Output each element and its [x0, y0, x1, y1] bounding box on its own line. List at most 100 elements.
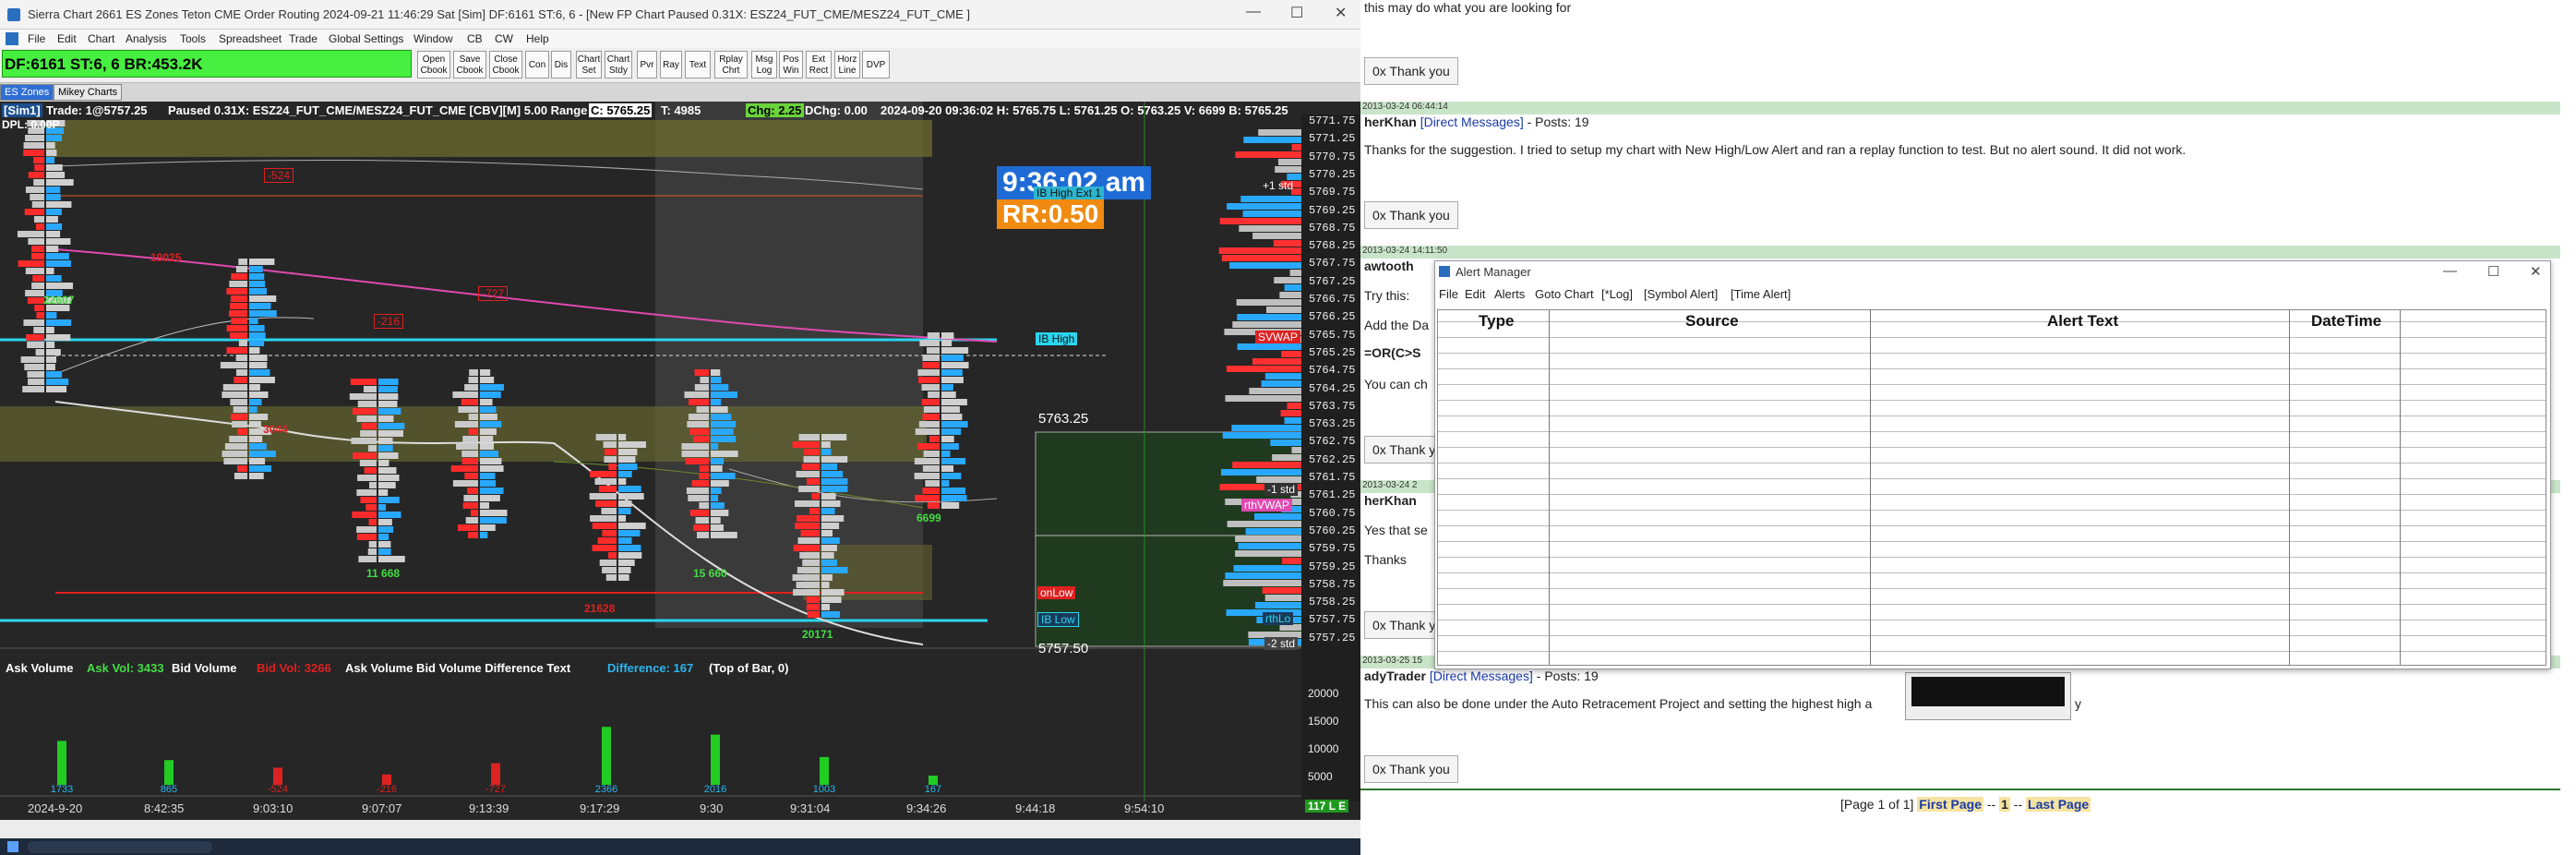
- footprint-ask-cell: [378, 452, 399, 459]
- delta-bar: [602, 727, 611, 785]
- tab-mikey-charts[interactable]: Mikey Charts: [54, 84, 123, 101]
- footprint-bid-cell: [467, 488, 478, 494]
- footprint-bid-cell: [687, 421, 709, 428]
- menu-tools[interactable]: Tools: [180, 32, 206, 45]
- am-menu-edit[interactable]: Edit: [1465, 287, 1485, 301]
- windows-taskbar: [0, 838, 1360, 855]
- post-user-2[interactable]: awtooth: [1364, 259, 1414, 273]
- menu-trade[interactable]: Trade: [289, 32, 318, 45]
- delta-histogram: 1733 865 -524 -216 -727 2366 2016 1003 167: [51, 727, 941, 795]
- lower-axis-15000: 15000: [1308, 715, 1339, 728]
- footprint-ask-cell: [618, 441, 646, 448]
- start-icon[interactable]: [7, 841, 18, 852]
- footprint-ask-cell: [249, 377, 275, 383]
- col-header-alert-text[interactable]: Alert Text: [2047, 312, 2118, 331]
- pos-win-button[interactable]: Pos Win: [779, 51, 803, 78]
- am-menu-file[interactable]: File: [1439, 287, 1458, 301]
- alert-table[interactable]: Type Source Alert Text DateTime: [1437, 309, 2546, 666]
- am-menu-log[interactable]: [*Log]: [1601, 287, 1633, 301]
- footprint-bid-cell: [797, 567, 820, 573]
- footprint-ask-cell: [378, 475, 400, 481]
- footprint-bid-cell: [34, 216, 44, 223]
- text-button[interactable]: Text: [685, 51, 711, 78]
- msg-log-button[interactable]: Msg Log: [751, 51, 777, 78]
- connect-button[interactable]: Con: [525, 51, 549, 78]
- maximize-icon[interactable]: ☐: [1290, 4, 1303, 22]
- footprint-ask-cell: [378, 393, 399, 400]
- minimize-icon[interactable]: —: [1246, 4, 1261, 20]
- delta-bar: [711, 734, 720, 785]
- footprint-ask-cell: [378, 460, 389, 466]
- footprint-ask-cell: [711, 384, 729, 391]
- tab-es-zones[interactable]: ES Zones: [0, 84, 54, 101]
- disconnect-button[interactable]: Dis: [551, 51, 571, 78]
- dpl-label: DPL: 0.00P: [2, 118, 60, 131]
- profile-cell: [1236, 299, 1301, 306]
- footprint-bid-cell: [226, 288, 247, 295]
- footprint-bid-cell: [33, 179, 44, 186]
- footprint-ask-cell: [378, 512, 401, 518]
- menu-global-settings[interactable]: Global Settings: [329, 32, 403, 45]
- post-user-3[interactable]: herKhan: [1364, 493, 1417, 508]
- profile-cell: [1226, 366, 1301, 372]
- close-cbook-button[interactable]: Close Cbook: [489, 51, 522, 78]
- open-cbook-button[interactable]: Open Cbook: [417, 51, 450, 78]
- ib-high-label: IB High: [1036, 332, 1078, 345]
- direct-messages-link-1[interactable]: [Direct Messages]: [1420, 114, 1524, 129]
- footprint-bid-cell: [17, 231, 44, 237]
- chart-set-button[interactable]: Chart Set: [576, 51, 602, 78]
- close-icon[interactable]: ✕: [1335, 4, 1347, 22]
- menu-spreadsheet[interactable]: Spreadsheet: [219, 32, 282, 45]
- menu-cb[interactable]: CB: [467, 32, 483, 45]
- thank-you-button-5[interactable]: 0x Thank you: [1364, 755, 1458, 783]
- thank-you-button-2[interactable]: 0x Thank you: [1364, 201, 1458, 229]
- footprint-ask-cell: [46, 238, 71, 245]
- am-menu-alerts[interactable]: Alerts: [1494, 287, 1525, 301]
- menu-analysis[interactable]: Analysis: [126, 32, 167, 45]
- last-page-link[interactable]: Last Page: [2026, 797, 2091, 812]
- am-minimize-icon[interactable]: —: [2443, 263, 2457, 279]
- footprint-bid-cell: [695, 517, 709, 524]
- footprint-ask-cell: [480, 384, 504, 391]
- profile-cell: [1279, 292, 1301, 298]
- footprint-ask-cell: [249, 362, 268, 368]
- menu-window[interactable]: Window: [413, 32, 453, 45]
- dvp-button[interactable]: DVP: [862, 51, 890, 78]
- footprint-bid-cell: [35, 349, 44, 355]
- pvr-button[interactable]: Pvr: [637, 51, 657, 78]
- taskbar-search-input[interactable]: [28, 841, 212, 853]
- col-header-source[interactable]: Source: [1685, 312, 1739, 331]
- delta-bar: [57, 741, 66, 785]
- am-menu-goto-chart[interactable]: Goto Chart: [1535, 287, 1594, 301]
- am-menu-time-alert[interactable]: [Time Alert]: [1731, 287, 1791, 301]
- menu-cw[interactable]: CW: [495, 32, 513, 45]
- horz-line-button[interactable]: Horz Line: [834, 51, 860, 78]
- post-user-1[interactable]: herKhan: [1364, 114, 1417, 129]
- am-maximize-icon[interactable]: ☐: [2487, 263, 2499, 280]
- footprint-ask-cell: [711, 473, 736, 479]
- footprint-bid-cell: [229, 281, 247, 287]
- chart-area[interactable]: 1733 865 -524 -216 -727 2366 2016 1003 167 [Sim1…: [0, 102, 1360, 820]
- replay-chart-button[interactable]: Rplay Chrt: [714, 51, 748, 78]
- menu-edit[interactable]: Edit: [57, 32, 77, 45]
- chart-stdy-button[interactable]: Chart Stdy: [605, 51, 632, 78]
- post-text-4: This can also be done under the Auto Ret…: [1364, 696, 1873, 711]
- col-header-datetime[interactable]: DateTime: [2311, 312, 2381, 331]
- am-menu-symbol-alert[interactable]: [Symbol Alert]: [1644, 287, 1718, 301]
- am-close-icon[interactable]: ✕: [2530, 263, 2542, 280]
- menu-chart[interactable]: Chart: [88, 32, 114, 45]
- footprint-bid-cell: [811, 493, 820, 500]
- direct-messages-link-4[interactable]: [Direct Messages]: [1430, 668, 1533, 683]
- col-header-type[interactable]: Type: [1479, 312, 1514, 331]
- post-user-4[interactable]: adyTrader: [1364, 668, 1426, 683]
- alert-manager-icon: [1439, 266, 1450, 277]
- save-cbook-button[interactable]: Save Cbook: [453, 51, 486, 78]
- footprint-ask-cell: [46, 201, 72, 208]
- ray-button[interactable]: Ray: [660, 51, 682, 78]
- menu-help[interactable]: Help: [526, 32, 549, 45]
- menu-file[interactable]: File: [28, 32, 45, 45]
- first-page-link[interactable]: First Page: [1917, 797, 1983, 812]
- footprint-bid-cell: [352, 408, 377, 415]
- ext-rect-button[interactable]: Ext Rect: [806, 51, 832, 78]
- thank-you-button-1[interactable]: 0x Thank you: [1364, 57, 1458, 85]
